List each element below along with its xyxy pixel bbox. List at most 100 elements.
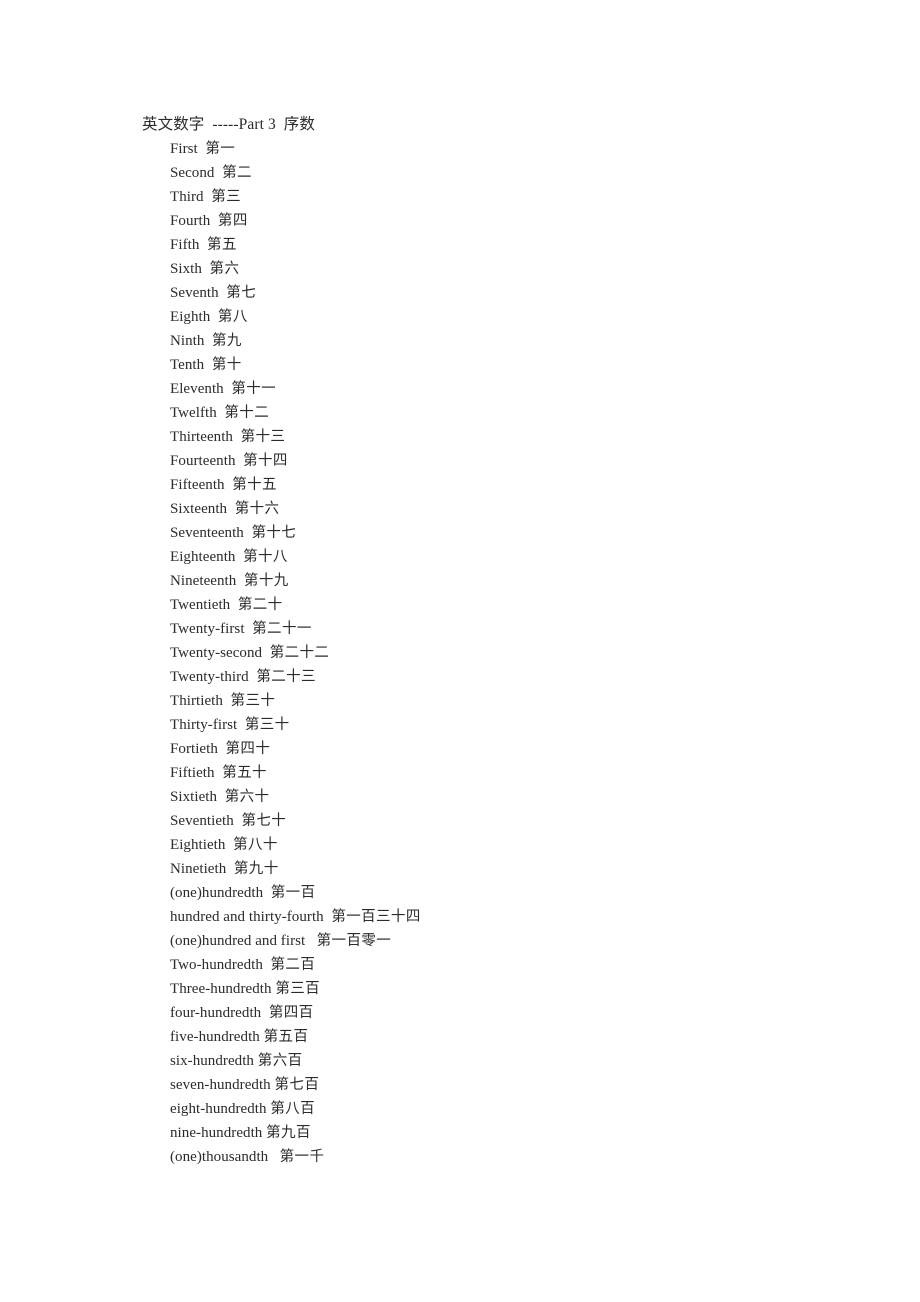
list-item: Three-hundredth 第三百 — [170, 977, 421, 1001]
ordinal-english: eight-hundredth — [170, 1101, 267, 1117]
ordinal-separator — [217, 789, 225, 805]
ordinal-chinese: 第六百 — [257, 1053, 303, 1069]
list-item: Thirtieth 第三十 — [170, 689, 421, 713]
ordinal-english: five-hundredth — [170, 1029, 260, 1045]
ordinal-separator — [237, 717, 245, 733]
list-item: Seventh 第七 — [170, 281, 421, 305]
ordinal-english: four-hundredth — [170, 1005, 262, 1021]
ordinal-separator — [235, 549, 243, 565]
list-item: Sixtieth 第六十 — [170, 785, 421, 809]
ordinal-english: Sixth — [170, 261, 202, 277]
ordinal-chinese: 第一千 — [279, 1149, 325, 1165]
ordinal-english: Fourteenth — [170, 453, 236, 469]
list-item: eight-hundredth 第八百 — [170, 1097, 421, 1121]
list-item: seven-hundredth 第七百 — [170, 1073, 421, 1097]
list-item: Fiftieth 第五十 — [170, 761, 421, 785]
ordinal-chinese: 第四十 — [225, 741, 271, 757]
ordinal-english: Eighth — [170, 309, 211, 325]
ordinal-chinese: 第四百 — [268, 1005, 314, 1021]
ordinal-chinese: 第二百 — [270, 957, 316, 973]
ordinal-english: Fifth — [170, 237, 200, 253]
ordinal-chinese: 第六十 — [224, 789, 270, 805]
ordinal-english: Twelfth — [170, 405, 217, 421]
list-item: Two-hundredth 第二百 — [170, 953, 421, 977]
ordinal-separator — [305, 933, 316, 949]
ordinal-separator — [218, 741, 226, 757]
ordinal-separator — [262, 645, 270, 661]
ordinal-english: Fourth — [170, 213, 211, 229]
list-item: (one)hundredth 第一百 — [170, 881, 421, 905]
ordinal-english: Nineteenth — [170, 573, 237, 589]
ordinal-chinese: 第一百零一 — [316, 933, 392, 949]
list-item: Ninetieth 第九十 — [170, 857, 421, 881]
ordinal-english: Twenty-first — [170, 621, 245, 637]
list-item: Sixteenth 第十六 — [170, 497, 421, 521]
ordinal-english: Fifteenth — [170, 477, 225, 493]
list-item: Eighteenth 第十八 — [170, 545, 421, 569]
list-item: Fourth 第四 — [170, 209, 421, 233]
list-item: five-hundredth 第五百 — [170, 1025, 421, 1049]
ordinal-english: Fortieth — [170, 741, 218, 757]
ordinal-english: Twenty-second — [170, 645, 263, 661]
ordinal-english: Thirteenth — [170, 429, 233, 445]
ordinal-english: Tenth — [170, 357, 205, 373]
list-item: Thirty-first 第三十 — [170, 713, 421, 737]
ordinal-separator — [268, 1149, 279, 1165]
list-item: six-hundredth 第六百 — [170, 1049, 421, 1073]
ordinal-separator — [226, 861, 234, 877]
ordinal-english: Twentieth — [170, 597, 231, 613]
ordinal-chinese: 第二十二 — [269, 645, 330, 661]
ordinal-english: Eighteenth — [170, 549, 236, 565]
list-item: Seventeenth 第十七 — [170, 521, 421, 545]
ordinal-chinese: 第七十 — [241, 813, 287, 829]
list-item: Seventieth 第七十 — [170, 809, 421, 833]
ordinal-chinese: 第十六 — [234, 501, 280, 517]
ordinal-chinese: 第三 — [211, 189, 241, 205]
ordinal-english: Twenty-third — [170, 669, 249, 685]
list-item: Twenty-third 第二十三 — [170, 665, 421, 689]
ordinal-english: Third — [170, 189, 204, 205]
list-item: Fortieth 第四十 — [170, 737, 421, 761]
ordinal-separator — [225, 837, 233, 853]
ordinal-chinese: 第十二 — [224, 405, 270, 421]
ordinal-separator — [202, 261, 210, 277]
ordinal-english: Eightieth — [170, 837, 226, 853]
ordinal-chinese: 第一百三十四 — [331, 909, 421, 925]
ordinal-chinese: 第二十一 — [252, 621, 312, 637]
ordinal-separator — [204, 357, 212, 373]
ordinal-english: Seventieth — [170, 813, 234, 829]
ordinal-separator — [236, 573, 244, 589]
list-item: nine-hundredth 第九百 — [170, 1121, 421, 1145]
ordinal-english: Thirtieth — [170, 693, 223, 709]
ordinal-english: nine-hundredth — [170, 1125, 263, 1141]
ordinal-chinese: 第五百 — [263, 1029, 309, 1045]
list-item: Second 第二 — [170, 161, 421, 185]
ordinal-separator — [263, 885, 271, 901]
ordinal-english: Thirty-first — [170, 717, 238, 733]
list-item: Thirteenth 第十三 — [170, 425, 421, 449]
list-item: Third 第三 — [170, 185, 421, 209]
ordinal-chinese: 第八百 — [270, 1101, 316, 1117]
ordinal-chinese: 第九百 — [266, 1125, 311, 1141]
list-item: Eighth 第八 — [170, 305, 421, 329]
ordinal-chinese: 第十九 — [243, 573, 289, 589]
ordinal-chinese: 第九十 — [233, 861, 279, 877]
ordinal-separator — [233, 429, 241, 445]
ordinal-english: First — [170, 141, 198, 157]
list-item: Fifteenth 第十五 — [170, 473, 421, 497]
ordinal-separator — [236, 453, 244, 469]
ordinal-english: Three-hundredth — [170, 981, 272, 997]
ordinal-chinese: 第一百 — [270, 885, 316, 901]
ordinal-chinese: 第十七 — [251, 525, 297, 541]
ordinal-separator — [230, 597, 238, 613]
ordinal-chinese: 第十三 — [240, 429, 286, 445]
ordinal-separator — [261, 1005, 269, 1021]
ordinal-english: Two-hundredth — [170, 957, 263, 973]
ordinal-chinese: 第十八 — [243, 549, 288, 565]
list-item: Eleventh 第十一 — [170, 377, 421, 401]
ordinal-english: hundred and thirty-fourth — [170, 909, 324, 925]
ordinal-english: Sixtieth — [170, 789, 218, 805]
ordinal-separator — [245, 621, 253, 637]
ordinal-english: (one)hundredth — [170, 885, 264, 901]
ordinal-chinese: 第十五 — [232, 477, 277, 493]
